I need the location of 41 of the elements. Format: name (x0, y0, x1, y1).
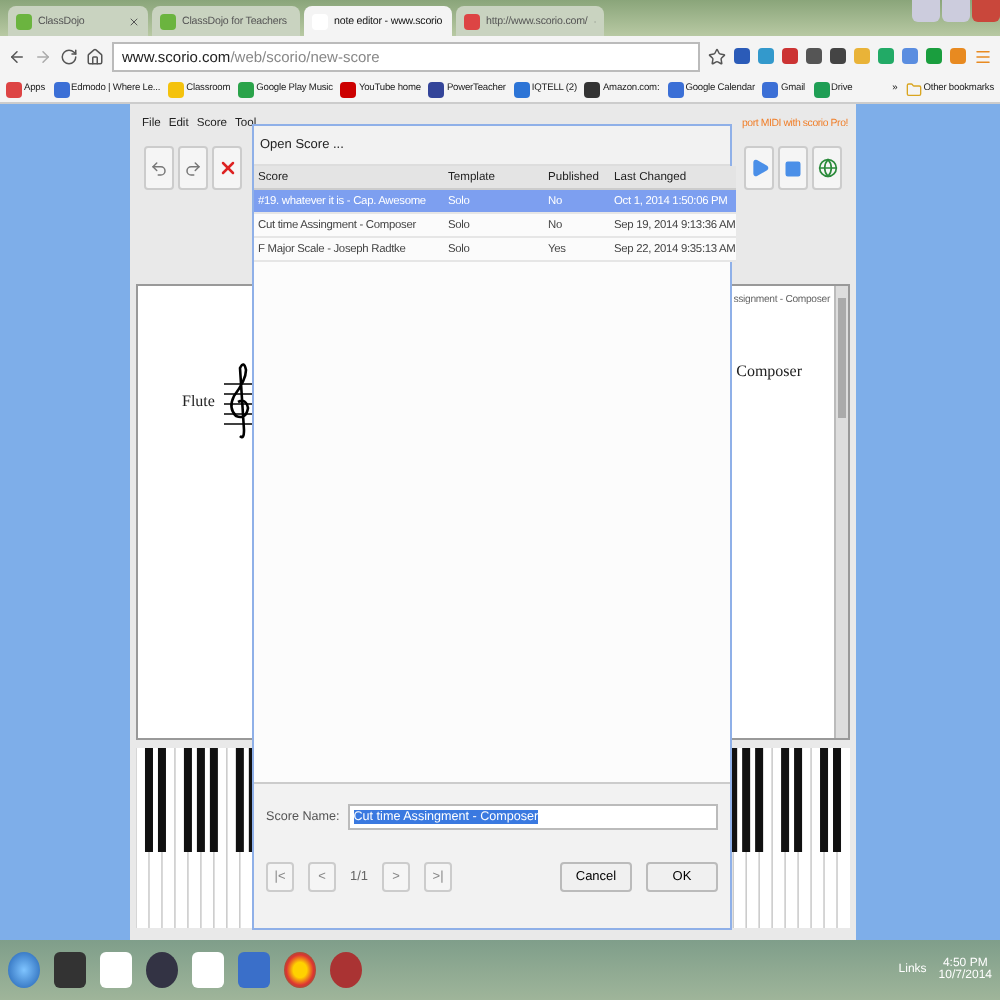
site-icon (813, 81, 829, 97)
site-icon (667, 81, 684, 97)
reload-icon[interactable] (60, 47, 78, 65)
redo-icon (184, 159, 202, 177)
site-icon (513, 81, 530, 97)
stop-button[interactable] (778, 146, 808, 190)
instrument-name: Flute (182, 391, 215, 409)
site-icon (238, 81, 255, 97)
taskbar-app-icon[interactable] (284, 952, 316, 988)
site-icon (340, 81, 357, 97)
play-button[interactable] (744, 146, 774, 190)
site-icon (428, 81, 445, 97)
back-icon[interactable] (8, 47, 26, 65)
composer-name: Composer (736, 362, 804, 380)
site-icon (584, 81, 601, 97)
star-icon[interactable] (708, 47, 726, 65)
site-icon (6, 81, 22, 97)
play-icon (749, 158, 769, 178)
site-icon (53, 81, 70, 97)
scrollbar[interactable] (834, 286, 848, 738)
site-icon (464, 13, 480, 29)
site-icon (160, 13, 176, 29)
undo-icon (150, 159, 168, 177)
redo-button[interactable] (178, 146, 208, 190)
forward-icon[interactable] (34, 47, 52, 65)
home-icon[interactable] (86, 47, 104, 65)
taskbar-app-icon[interactable] (146, 952, 178, 988)
taskbar-app-icon[interactable] (54, 952, 86, 988)
close-window-button[interactable] (972, 0, 1000, 22)
menu-icon[interactable] (974, 47, 992, 65)
start-button[interactable] (8, 952, 40, 988)
taskbar-app-icon[interactable] (330, 952, 362, 988)
delete-button[interactable] (212, 146, 242, 190)
site-icon (168, 81, 185, 97)
globe-icon (817, 158, 837, 178)
site-icon (16, 13, 32, 29)
folder-icon (905, 81, 922, 97)
undo-button[interactable] (144, 146, 174, 190)
site-icon (762, 81, 779, 97)
stop-icon (784, 159, 802, 177)
globe-button[interactable] (812, 146, 842, 190)
